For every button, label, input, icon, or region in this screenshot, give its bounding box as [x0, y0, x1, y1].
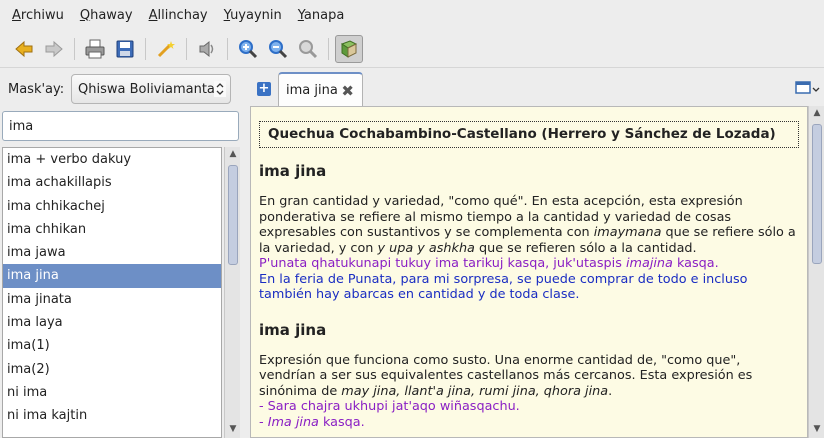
new-tab-icon[interactable]: + — [257, 82, 271, 96]
speaker-icon — [199, 40, 214, 57]
word-list-item[interactable]: ni ima — [3, 381, 221, 404]
word-list-item[interactable]: ni ima kajtin — [3, 404, 221, 427]
tab-label: ima jina — [286, 82, 338, 98]
word-list-item[interactable]: ima(1) — [3, 334, 221, 357]
print-button[interactable] — [81, 35, 109, 63]
save-icon — [116, 40, 134, 57]
example-quechua: P'unata qhatukunapi tukuy ima tarikuj ka… — [259, 256, 799, 272]
headword: ima jina — [259, 162, 327, 180]
menu-bar: Archiwu Qhaway Allinchay Yuyaynin Yanapa — [0, 0, 824, 30]
menu-qhaway[interactable]: Qhaway — [72, 8, 141, 23]
example-quechua: - Sara chajra ukhupi jat'aqo wiñasqachu. — [259, 399, 520, 414]
zoom-in-icon — [239, 39, 258, 58]
word-list-item[interactable]: ima chhikachej — [3, 195, 221, 218]
dictionary-group-row: Mask'ay: Qhiswa Boliviamanta — [0, 74, 240, 104]
word-list-item[interactable]: ima(2) — [3, 358, 221, 381]
article-scrollbar[interactable]: ▲ ▼ — [808, 106, 824, 438]
definition-emphasis: imaymana — [593, 225, 662, 240]
chevron-updown-icon — [214, 81, 226, 97]
dictionary-group-select[interactable]: Qhiswa Boliviamanta — [71, 74, 231, 104]
dictionary-group-label: Mask'ay: — [8, 81, 65, 97]
example-segment: kasqa. — [318, 414, 365, 430]
scan-popup-button[interactable] — [152, 35, 180, 63]
print-icon — [85, 39, 105, 58]
save-button[interactable] — [111, 35, 139, 63]
tab-strip: + ima jina ✖ — [248, 70, 824, 106]
definition-segment: que se refieren sólo a la cantidad. — [474, 240, 697, 256]
toolbar-separator — [186, 37, 187, 60]
word-list-item[interactable]: ima + verbo dakuy — [3, 148, 221, 171]
definition-emphasis: y upa y ashkha — [377, 240, 475, 256]
magic-wand-icon — [157, 40, 175, 57]
headword: ima jina — [259, 320, 327, 339]
back-arrow-icon — [15, 40, 33, 57]
word-list-item[interactable]: ima achakillapis — [3, 171, 221, 194]
close-icon[interactable]: ✖ — [341, 82, 354, 100]
example-segment: - — [259, 414, 268, 430]
word-list-item[interactable]: ima chhikan — [3, 218, 221, 241]
tab-menu-icon[interactable] — [794, 80, 820, 98]
forward-arrow-icon — [45, 40, 63, 57]
scroll-down-icon[interactable]: ▼ — [227, 424, 239, 436]
definition-emphasis: may jina, llant'a jina, rumi jina, qhora… — [341, 383, 609, 399]
search-input[interactable]: ima — [2, 111, 239, 141]
dictionary-bar-toggle[interactable] — [335, 34, 363, 63]
toolbar-separator — [145, 37, 146, 60]
menu-yanapa[interactable]: Yanapa — [290, 8, 353, 23]
word-list-item[interactable]: ima jinata — [3, 288, 221, 311]
pronounce-button[interactable] — [193, 35, 221, 63]
forward-button[interactable] — [40, 35, 68, 63]
word-list-item[interactable]: ima laya — [3, 311, 221, 334]
back-button[interactable] — [10, 35, 38, 63]
zoom-out-button[interactable] — [264, 35, 292, 63]
word-list: ima + verbo dakuy ima achakillapis ima chh… — [2, 147, 222, 438]
zoom-reset-icon — [299, 39, 318, 58]
toolbar-separator — [74, 37, 75, 60]
zoom-reset-button[interactable] — [294, 35, 322, 63]
example-quechua: - Ima jina kasqa. — [259, 415, 799, 431]
scroll-up-icon[interactable]: ▲ — [811, 108, 823, 120]
menu-archiwu[interactable]: Archiwu — [4, 8, 72, 23]
tab-ima-jina[interactable]: ima jina ✖ — [278, 72, 363, 106]
scroll-thumb[interactable] — [228, 165, 238, 265]
example-emphasis: imajina — [625, 256, 673, 271]
toolbar — [0, 30, 824, 68]
example-spanish: En la feria de Punata, para mi sorpresa,… — [259, 271, 748, 303]
example-segment: P'unata qhatukunapi tukuy ima tarikuj ka… — [259, 256, 626, 271]
definition-text: En gran cantidad y variedad, "como qué".… — [259, 194, 799, 256]
toolbar-separator — [328, 37, 329, 60]
scroll-thumb[interactable] — [812, 124, 822, 264]
definition-segment: . — [608, 383, 613, 399]
zoom-out-icon — [269, 39, 288, 58]
article-view: Quechua Cochabambino-Castellano (Herrero… — [250, 106, 808, 438]
word-list-item[interactable]: ima jina — [3, 264, 221, 288]
menu-allinchay[interactable]: Allinchay — [141, 8, 216, 23]
scroll-up-icon[interactable]: ▲ — [227, 149, 239, 161]
word-list-item[interactable]: ima jawa — [3, 241, 221, 264]
toolbar-separator — [227, 37, 228, 60]
dictionary-book-icon — [340, 39, 358, 58]
example-segment: kasqa. — [672, 256, 719, 271]
zoom-in-button[interactable] — [234, 35, 262, 63]
dictionary-group-value: Qhiswa Boliviamanta — [78, 81, 215, 97]
scroll-down-icon[interactable]: ▼ — [811, 424, 823, 436]
dictionary-title: Quechua Cochabambino-Castellano (Herrero… — [259, 121, 799, 148]
word-list-scrollbar[interactable]: ▲ ▼ — [224, 147, 240, 438]
menu-yuyaynin[interactable]: Yuyaynin — [216, 8, 290, 23]
definition-text: Expresión que funciona como susto. Una e… — [259, 353, 799, 400]
example-emphasis: Ima jina — [267, 414, 319, 430]
